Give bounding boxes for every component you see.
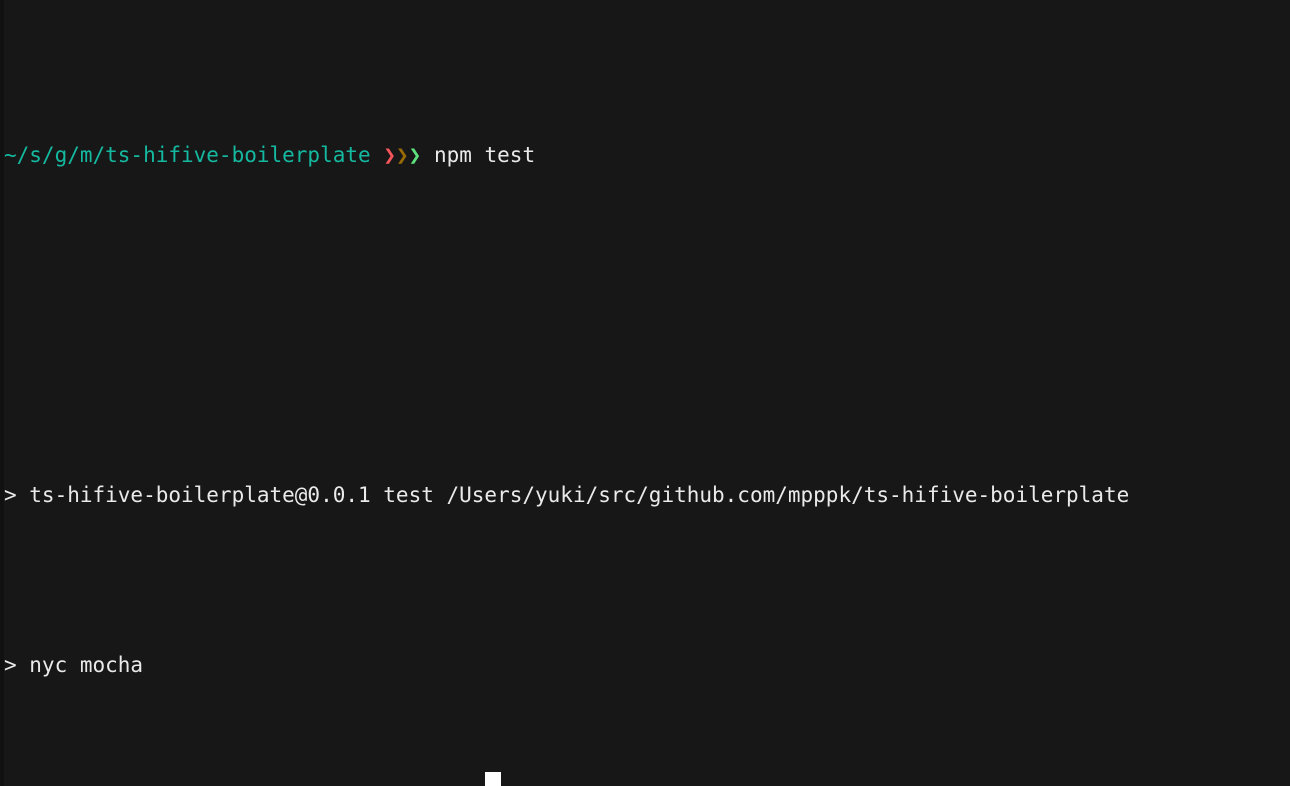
clipped-next-line (4, 781, 29, 786)
npm-script-header: > ts-hifive-boilerplate@0.0.1 test /User… (4, 483, 1130, 507)
prompt-path: ~/s/g/m/ts-hifive-boilerplate (4, 143, 371, 167)
prompt-chevron-2-icon: ❯ (395, 143, 409, 167)
npm-script-command: > nyc mocha (4, 653, 144, 677)
terminal-left-edge-strip (0, 0, 4, 786)
prompt-line: ~/s/g/m/ts-hifive-boilerplate ❯❯❯ npm te… (4, 138, 1290, 172)
prompt-chevron-1-icon: ❯ (383, 143, 396, 167)
terminal-screen[interactable]: ~/s/g/m/ts-hifive-boilerplate ❯❯❯ npm te… (4, 0, 1290, 786)
prompt-chevron-3-icon: ❯ (408, 143, 422, 167)
prompt-command: npm test (433, 143, 536, 167)
terminal-cursor (485, 772, 501, 786)
